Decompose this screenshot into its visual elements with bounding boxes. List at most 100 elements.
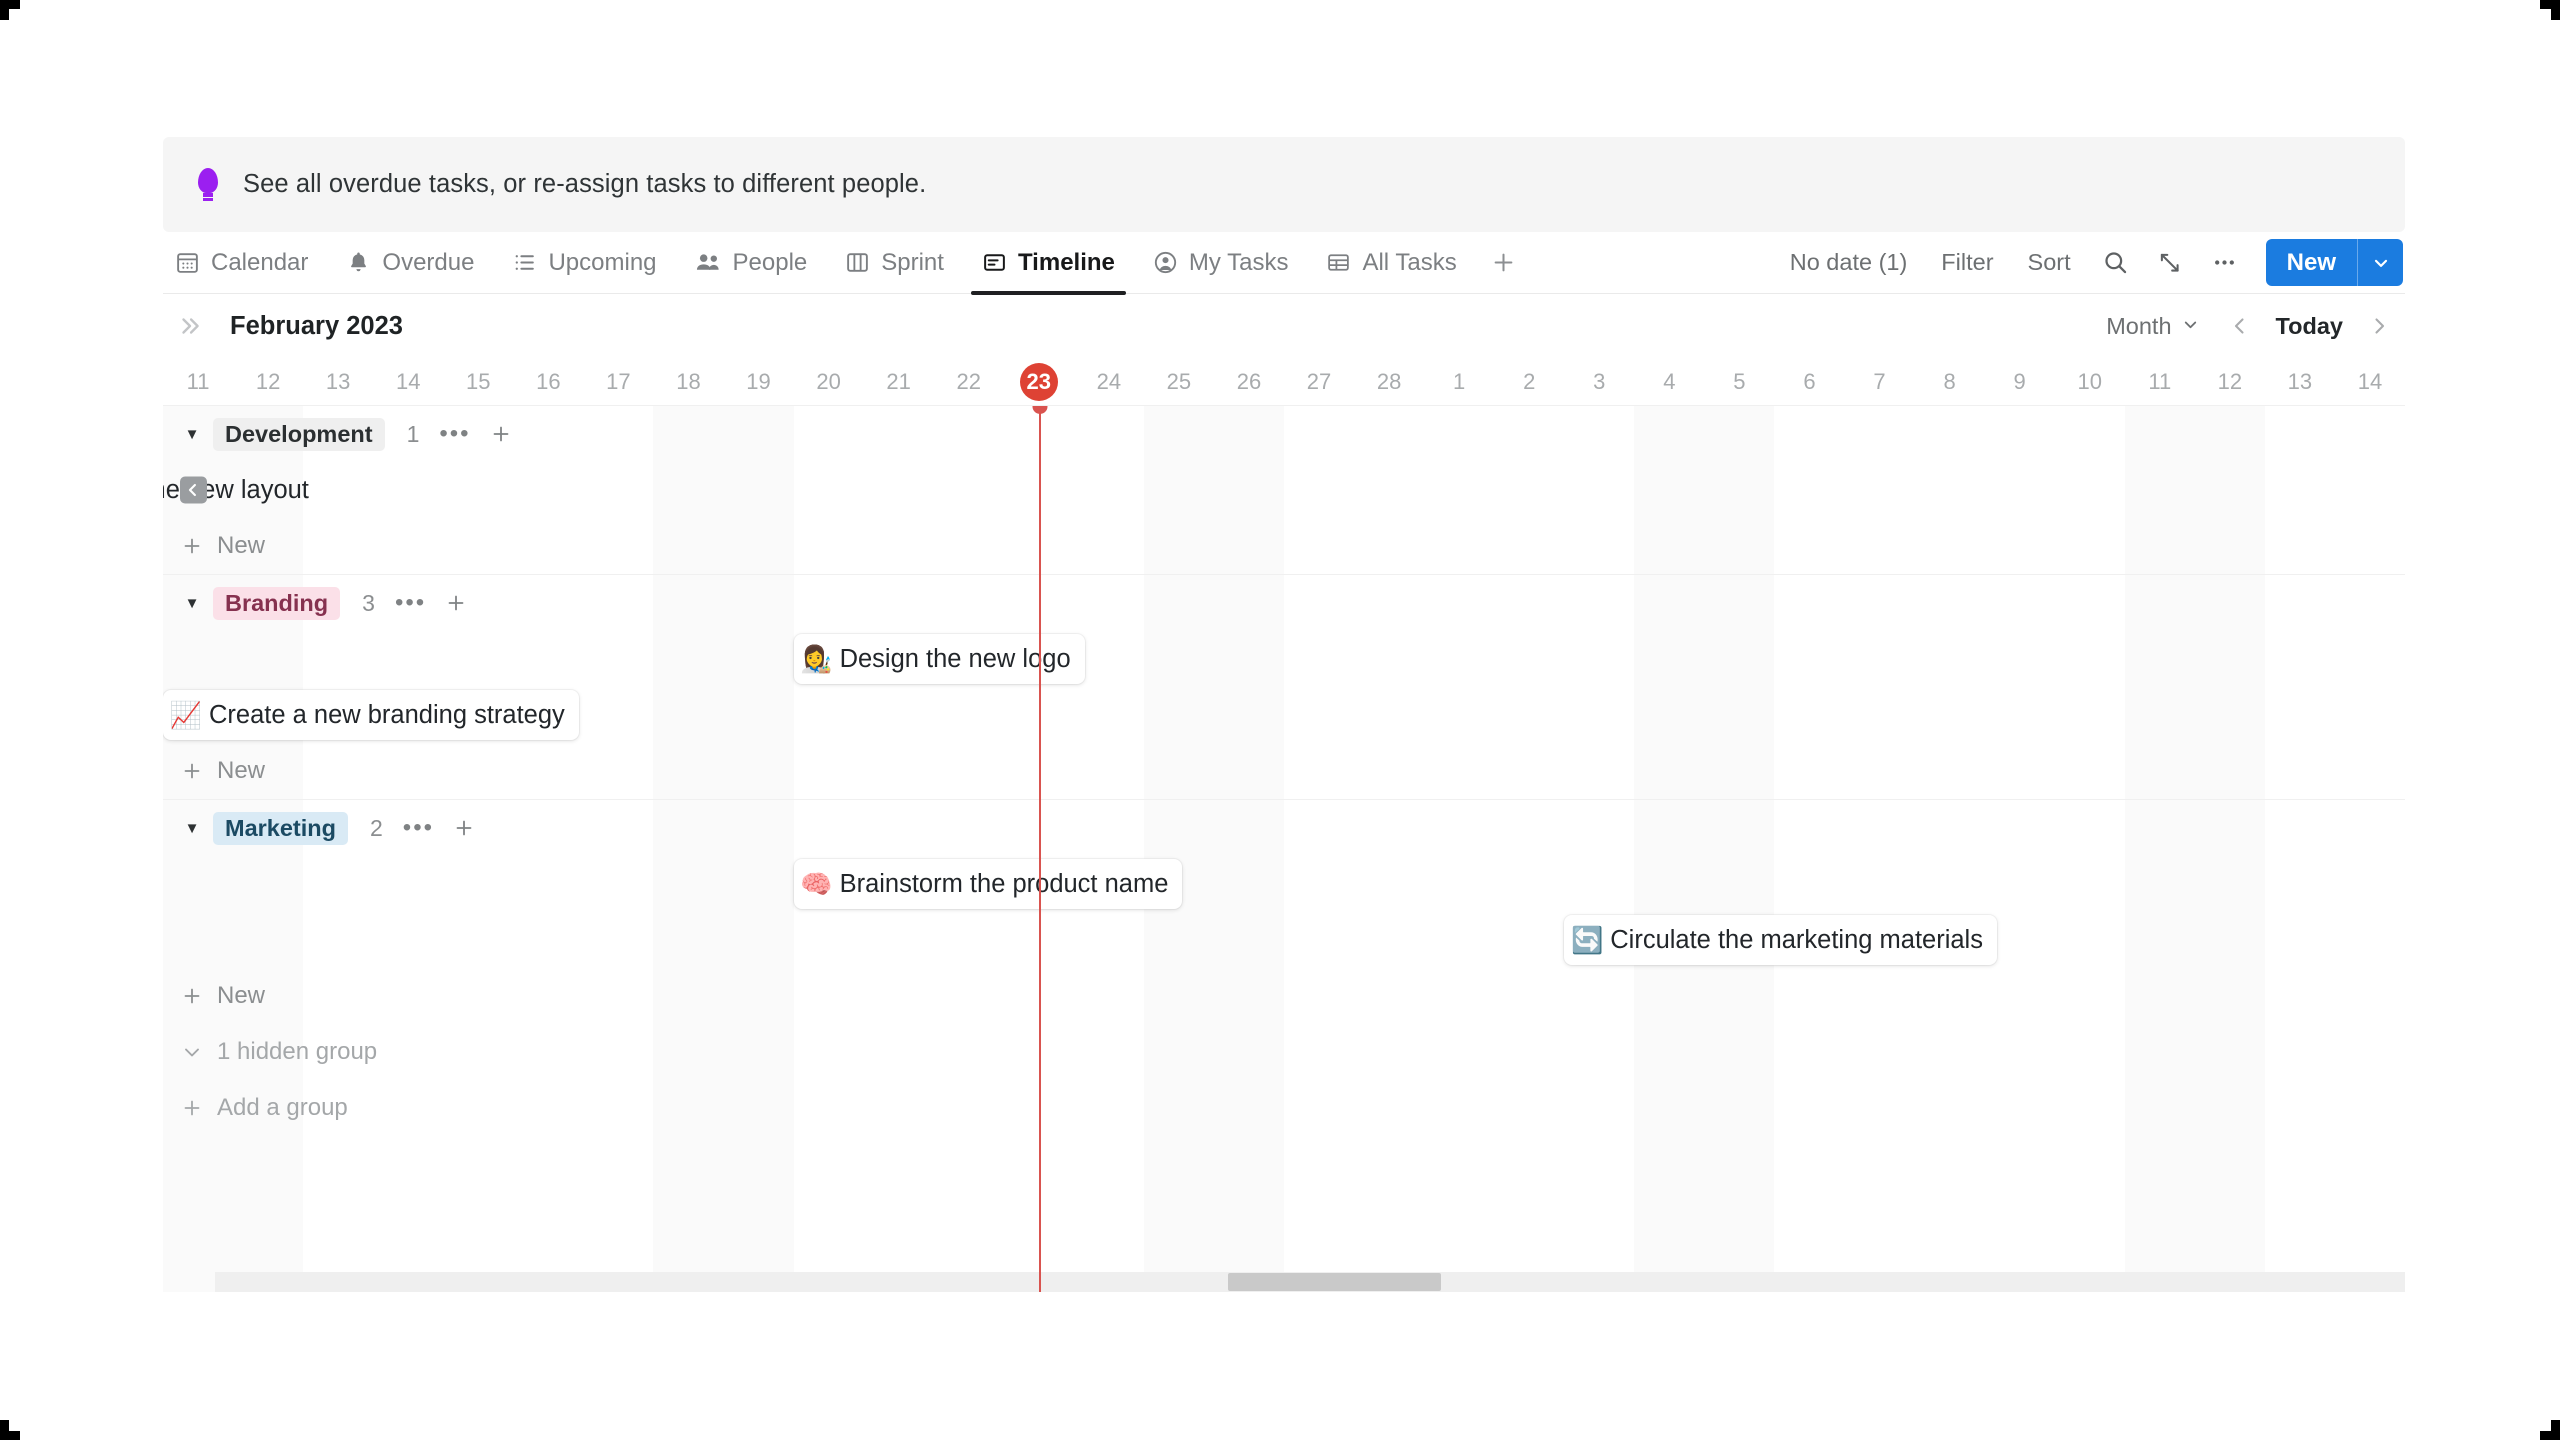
tab-label: Sprint (881, 248, 944, 276)
add-group-label: Add a group (217, 1094, 348, 1121)
day-header[interactable]: 8 (1915, 358, 1985, 405)
more-horizontal-icon[interactable] (2197, 232, 2252, 293)
day-header[interactable]: 28 (1354, 358, 1424, 405)
task-chip[interactable]: 📈 Create a new branding strategy (163, 690, 579, 740)
prev-period-button[interactable] (2214, 308, 2266, 344)
add-task-row[interactable]: New (163, 968, 2405, 1024)
add-task-row[interactable]: New (163, 743, 2405, 799)
tab-label: People (732, 248, 808, 276)
chevron-down-icon (2181, 313, 2200, 340)
timeline-task-row: 📈 Create a new branding strategy (163, 687, 2405, 743)
group-add-icon[interactable] (489, 422, 513, 446)
day-header[interactable]: 9 (1985, 358, 2055, 405)
scale-selector[interactable]: Month (2092, 307, 2213, 346)
group-add-icon[interactable] (452, 816, 476, 840)
day-header[interactable]: 13 (2265, 358, 2335, 405)
day-header[interactable]: 4 (1634, 358, 1704, 405)
corner-mark-top-left (0, 0, 26, 26)
day-header[interactable]: 27 (1284, 358, 1354, 405)
day-header[interactable]: 12 (233, 358, 303, 405)
tab-label: Timeline (1017, 248, 1115, 276)
hidden-group-toggle[interactable]: 1 hidden group (163, 1024, 2405, 1080)
day-header[interactable]: 14 (2335, 358, 2405, 405)
group-more-icon[interactable]: ••• (395, 591, 426, 615)
day-header[interactable]: 17 (583, 358, 653, 405)
tab-overdue[interactable]: Overdue (327, 232, 493, 293)
tab-people[interactable]: People (676, 232, 827, 293)
day-header[interactable]: 14 (373, 358, 443, 405)
day-header[interactable]: 11 (163, 358, 233, 405)
double-chevron-right-icon[interactable] (173, 309, 207, 343)
day-header[interactable]: 2 (1494, 358, 1564, 405)
today-button[interactable]: Today (2266, 307, 2353, 346)
group-header: ▼ Marketing 2 ••• (163, 800, 2405, 856)
caret-down-icon[interactable]: ▼ (179, 426, 205, 443)
view-toolbar: No date (1) Filter Sort New (1773, 232, 2405, 293)
view-tabs: Calendar Overdue Upcoming People Sprint … (163, 232, 1532, 295)
tab-upcoming[interactable]: Upcoming (493, 232, 675, 293)
group-name-badge[interactable]: Marketing (213, 811, 348, 845)
group-more-icon[interactable]: ••• (403, 816, 434, 840)
group-name-badge[interactable]: Development (213, 417, 385, 451)
day-header[interactable]: 5 (1704, 358, 1774, 405)
day-header[interactable]: 16 (513, 358, 583, 405)
group-name-badge[interactable]: Branding (213, 586, 341, 620)
search-icon[interactable] (2088, 232, 2143, 293)
filter-button[interactable]: Filter (1924, 232, 2010, 293)
day-header[interactable]: 10 (2055, 358, 2125, 405)
tab-my-tasks[interactable]: My Tasks (1134, 232, 1308, 293)
bell-icon (346, 250, 371, 275)
timeline-task-row: 👩‍🎨 Design the new logo (163, 631, 2405, 687)
add-view-button[interactable] (1476, 232, 1532, 293)
add-task-label: New (217, 982, 266, 1009)
add-task-label: New (217, 757, 266, 784)
day-header[interactable]: 26 (1214, 358, 1284, 405)
day-header[interactable]: 6 (1774, 358, 1844, 405)
day-header[interactable]: 15 (443, 358, 513, 405)
day-header[interactable]: 20 (794, 358, 864, 405)
caret-down-icon[interactable]: ▼ (179, 595, 205, 612)
next-period-button[interactable] (2353, 308, 2405, 344)
day-header[interactable]: 1 (1424, 358, 1494, 405)
add-task-row[interactable]: New (163, 518, 2405, 574)
caret-down-icon[interactable]: ▼ (179, 820, 205, 837)
timeline-task-row: gn the new layout (163, 462, 2405, 518)
day-header[interactable]: 3 (1564, 358, 1634, 405)
task-chip[interactable]: 🧠 Brainstorm the product name (793, 859, 1183, 909)
day-header-today[interactable]: 23 (1004, 358, 1074, 405)
view-tab-bar: Calendar Overdue Upcoming People Sprint … (163, 232, 2405, 295)
chevron-down-icon[interactable] (2357, 239, 2403, 286)
no-date-button[interactable]: No date (1) (1773, 232, 1925, 293)
timeline-task-row: 🔄 Circulate the marketing materials (163, 912, 2405, 968)
arrow-left-icon[interactable] (180, 476, 207, 504)
today-date-pill: 23 (1019, 362, 1058, 401)
day-header[interactable]: 7 (1845, 358, 1915, 405)
day-header[interactable]: 11 (2125, 358, 2195, 405)
timeline-rows: ▼ Development 1 ••• gn the new layout New ▼ Bra… (163, 406, 2405, 1292)
add-group-button[interactable]: Add a group (163, 1080, 2405, 1136)
tab-label: Overdue (382, 248, 475, 276)
expand-icon[interactable] (2143, 232, 2197, 293)
day-header[interactable]: 12 (2195, 358, 2265, 405)
tab-sprint[interactable]: Sprint (826, 232, 963, 293)
tab-calendar[interactable]: Calendar (163, 232, 327, 293)
group-more-icon[interactable]: ••• (439, 422, 470, 446)
day-header[interactable]: 13 (303, 358, 373, 405)
tab-all-tasks[interactable]: All Tasks (1307, 232, 1475, 293)
day-header[interactable]: 22 (934, 358, 1004, 405)
day-header[interactable]: 24 (1074, 358, 1144, 405)
day-header[interactable]: 18 (653, 358, 723, 405)
group-add-icon[interactable] (444, 591, 468, 615)
new-button[interactable]: New (2265, 239, 2403, 286)
task-title: Design the new logo (839, 644, 1071, 673)
task-chip[interactable]: 🔄 Circulate the marketing materials (1564, 915, 1997, 965)
day-header[interactable]: 21 (864, 358, 934, 405)
corner-mark-top-right (2534, 0, 2560, 26)
tab-timeline[interactable]: Timeline (963, 232, 1134, 295)
timeline-icon (982, 250, 1007, 275)
day-header[interactable]: 25 (1144, 358, 1214, 405)
timeline-task-row: 🧠 Brainstorm the product name (163, 856, 2405, 912)
timeline-group: ▼ Development 1 ••• gn the new layout New (163, 406, 2405, 574)
day-header[interactable]: 19 (724, 358, 794, 405)
sort-button[interactable]: Sort (2011, 232, 2088, 293)
